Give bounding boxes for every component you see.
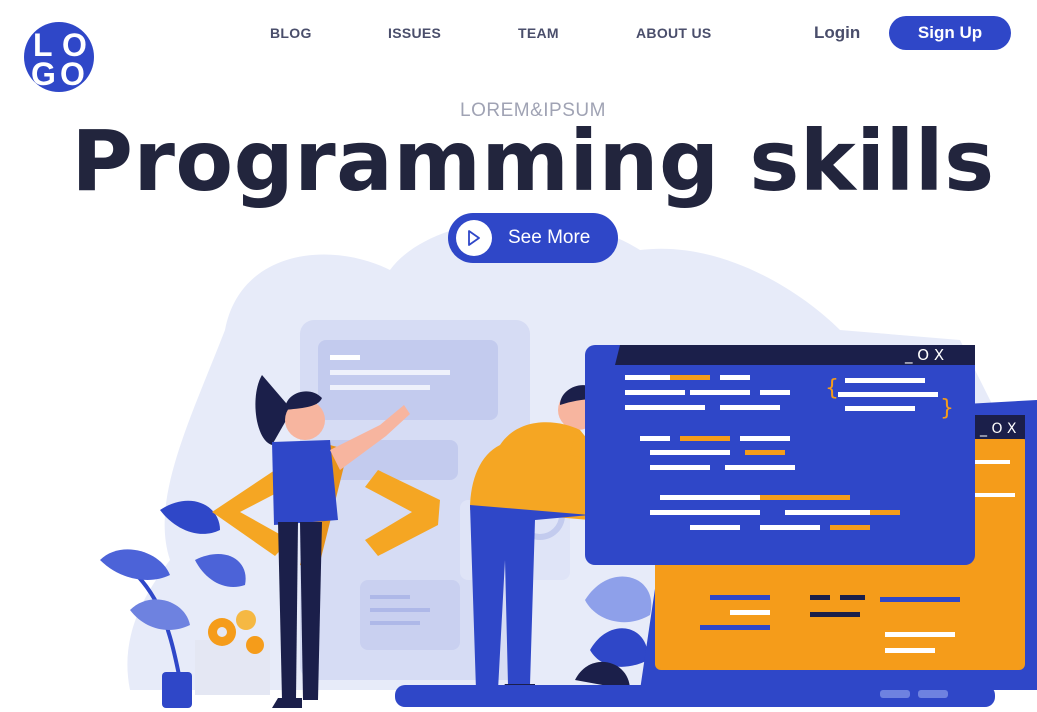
svg-text:}: }	[940, 396, 954, 421]
see-more-button[interactable]: See More	[448, 213, 618, 263]
see-more-label: See More	[508, 227, 591, 248]
code-window-controls: _ O X	[904, 346, 944, 365]
page-title: Programming skills	[71, 112, 995, 210]
svg-text:{: {	[825, 376, 839, 401]
play-icon	[456, 220, 492, 256]
orange-window-controls: _ O X	[979, 421, 1017, 437]
